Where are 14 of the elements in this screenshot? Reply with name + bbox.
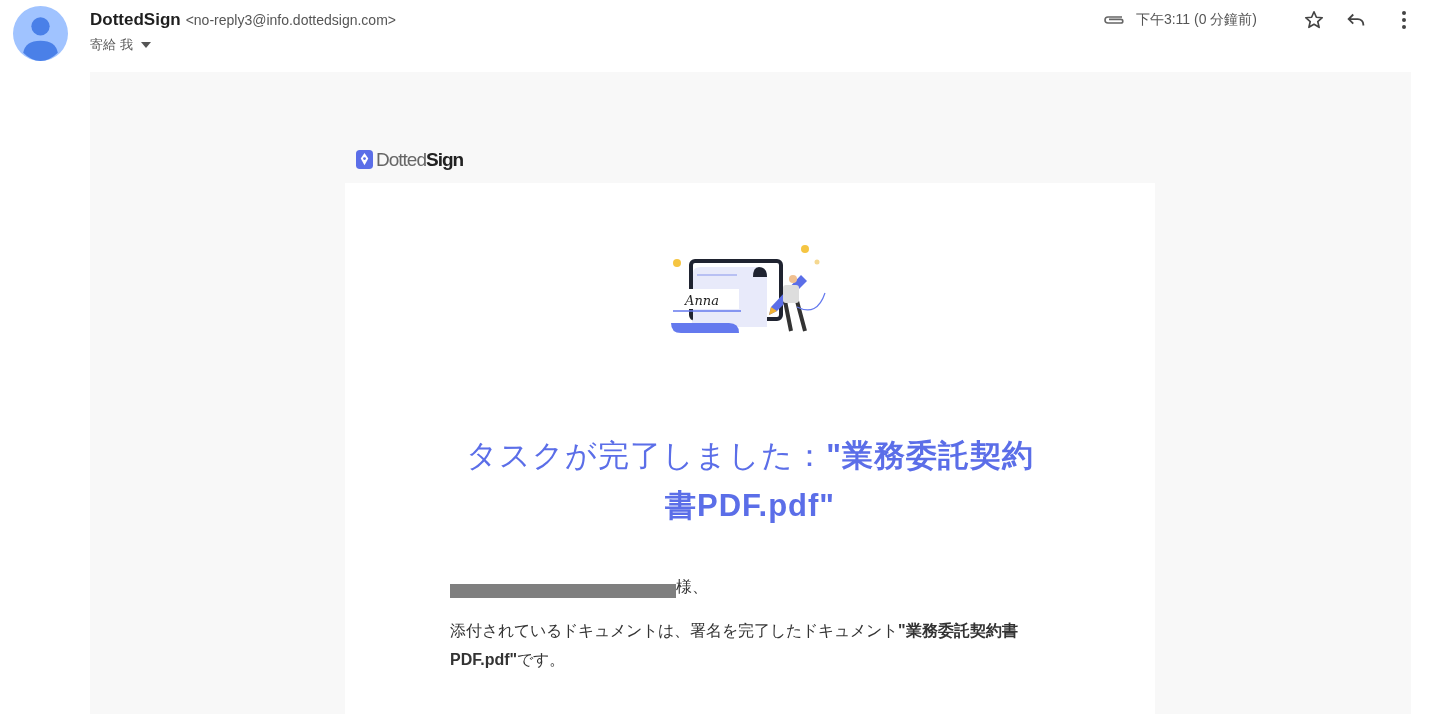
logo-text: DottedSign	[376, 148, 464, 171]
signing-illustration-drawing: Anna	[667, 241, 837, 341]
star-icon[interactable]	[1303, 9, 1325, 31]
dropdown-icon[interactable]	[140, 42, 151, 48]
sender-name: DottedSign	[90, 10, 181, 30]
sender-address: <no-reply3@info.dottedsign.com>	[185, 12, 396, 28]
received-time: 下午3:11 (0 分鐘前)	[1135, 11, 1257, 29]
pen-nib-icon	[356, 150, 373, 169]
recipient-label: 寄給 我	[90, 36, 133, 54]
email-title: タスクが完了しました："業務委託契約書PDF.pdf"	[465, 437, 1035, 525]
avatar-icon	[13, 6, 68, 61]
greeting-text: 様、	[676, 577, 708, 597]
more-icon[interactable]	[1401, 9, 1407, 31]
body-text: 添付されているドキュメントは、署名を完了したドキュメント"業務委託契約書PDF.pdf"です。	[450, 621, 1019, 670]
